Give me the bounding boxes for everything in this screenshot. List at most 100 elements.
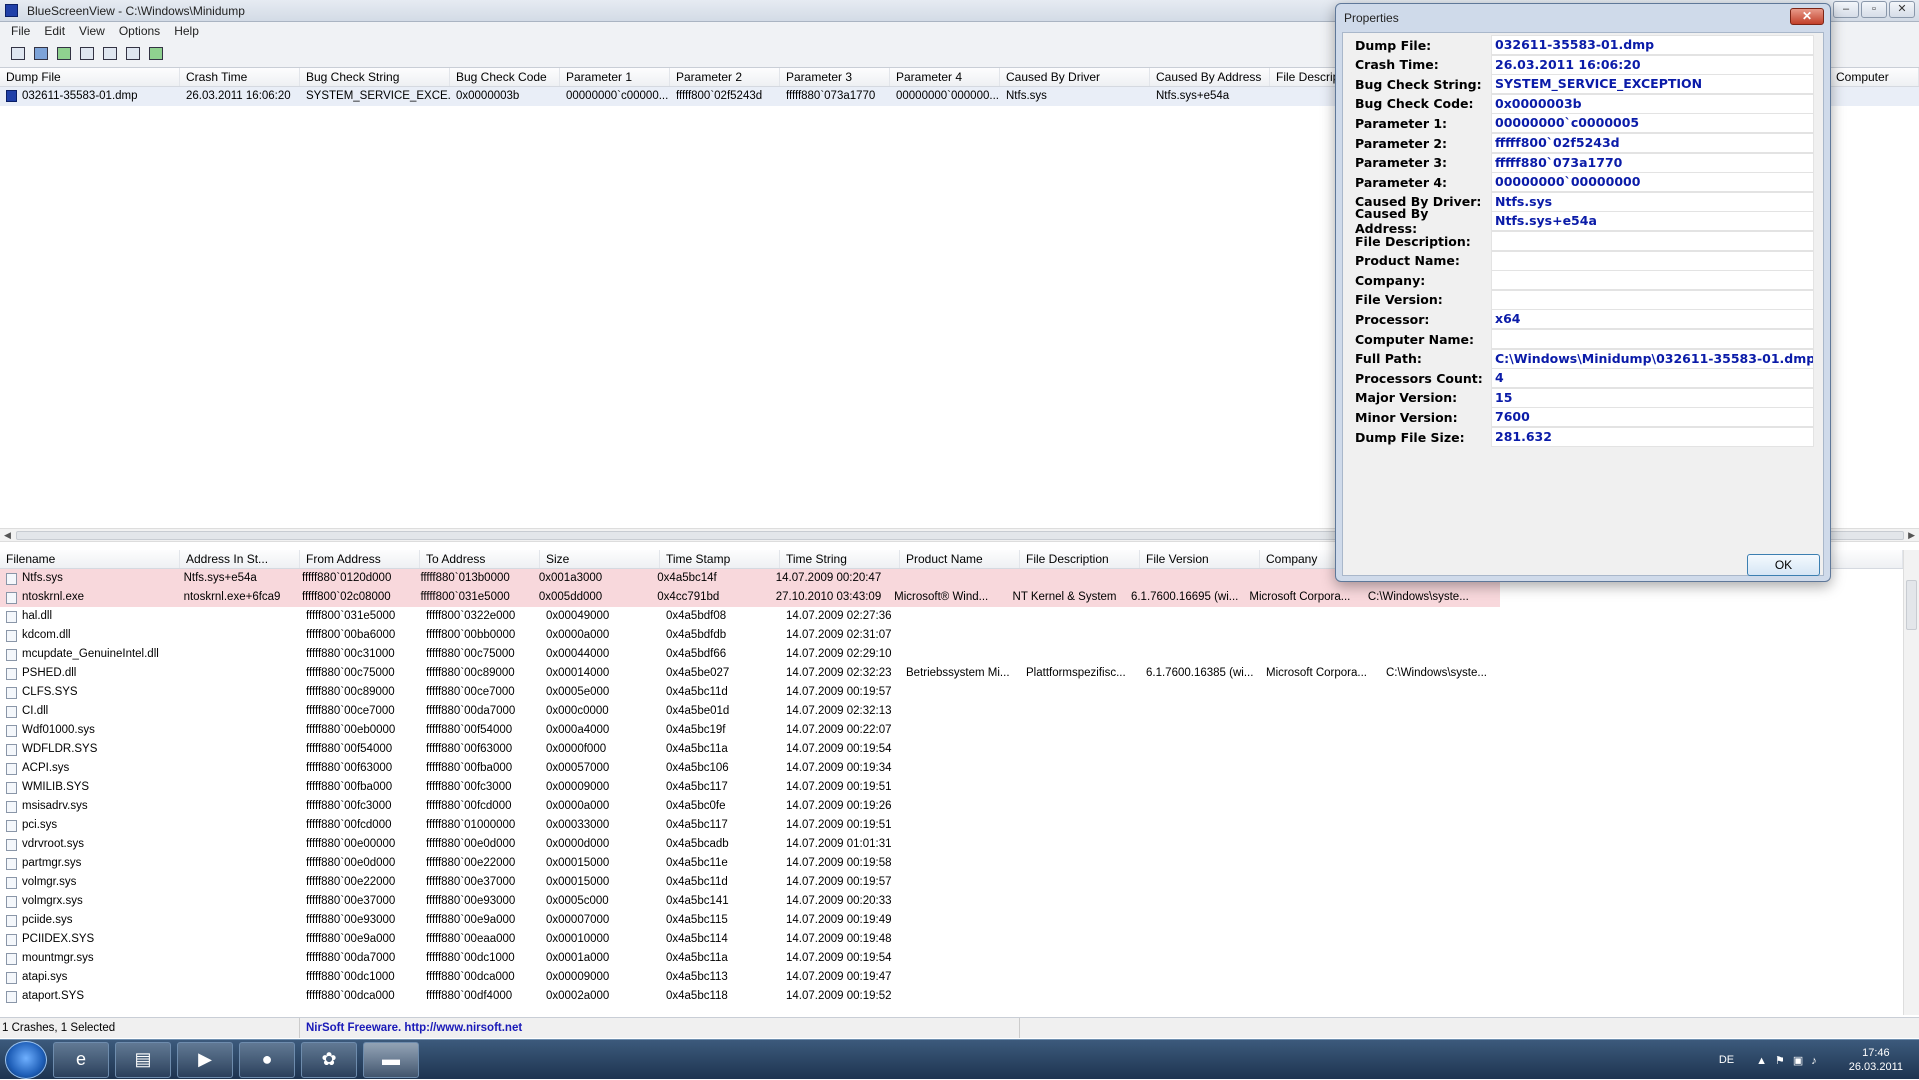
- module-row[interactable]: mcupdate_GenuineIntel.dll fffff880`00c310…: [0, 645, 1919, 664]
- start-button[interactable]: [5, 1040, 47, 1079]
- col-file-version[interactable]: File Version: [1140, 550, 1260, 568]
- taskbar-explorer-icon[interactable]: ▤: [115, 1041, 171, 1078]
- module-row[interactable]: kdcom.dll fffff800`00ba6000 fffff800`00bb0…: [0, 626, 1919, 645]
- property-value[interactable]: SYSTEM_SERVICE_EXCEPTION: [1491, 74, 1814, 95]
- property-value[interactable]: 15: [1491, 387, 1814, 408]
- col-time-stamp[interactable]: Time Stamp: [660, 550, 780, 568]
- clock[interactable]: 17:46 26.03.2011: [1849, 1046, 1903, 1074]
- module-size: 0x00009000: [546, 781, 610, 793]
- maximize-button[interactable]: ▫: [1861, 1, 1887, 18]
- property-value[interactable]: Ntfs.sys+e54a: [1491, 211, 1814, 232]
- col-file-description-module[interactable]: File Description: [1020, 550, 1140, 568]
- taskbar-firefox-icon[interactable]: ●: [239, 1041, 295, 1078]
- col-bug-check-string[interactable]: Bug Check String: [300, 68, 450, 86]
- vertical-scroll-thumb[interactable]: [1906, 580, 1917, 630]
- col-parameter-3[interactable]: Parameter 3: [780, 68, 890, 86]
- property-value[interactable]: 7600: [1491, 407, 1814, 428]
- options-button[interactable]: [8, 44, 27, 63]
- copy-button[interactable]: [77, 44, 96, 63]
- col-to-address[interactable]: To Address: [420, 550, 540, 568]
- module-row[interactable]: vdrvroot.sys fffff880`00e00000 fffff880`00…: [0, 835, 1919, 854]
- module-row[interactable]: msisadrv.sys fffff880`00fc3000 fffff880`00…: [0, 797, 1919, 816]
- module-row[interactable]: WMILIB.SYS fffff880`00fba000 fffff880`00fc…: [0, 778, 1919, 797]
- property-value[interactable]: [1491, 231, 1814, 251]
- property-value[interactable]: Ntfs.sys: [1491, 191, 1814, 212]
- menu-help[interactable]: Help: [167, 24, 206, 38]
- menu-edit[interactable]: Edit: [37, 24, 72, 38]
- vertical-scrollbar[interactable]: [1903, 550, 1919, 1015]
- save-button[interactable]: [31, 44, 50, 63]
- scroll-right-icon[interactable]: ▶: [1908, 529, 1915, 542]
- module-to-address: fffff880`00df4000: [426, 990, 513, 1002]
- property-value[interactable]: fffff800`02f5243d: [1491, 133, 1814, 153]
- module-row[interactable]: WDFLDR.SYS fffff880`00f54000 fffff880`00f6…: [0, 740, 1919, 759]
- module-row[interactable]: ACPI.sys fffff880`00f63000 fffff880`00fba0…: [0, 759, 1919, 778]
- col-time-string[interactable]: Time String: [780, 550, 900, 568]
- module-list[interactable]: Filename Address In St... From Address T…: [0, 550, 1919, 1015]
- tray-icons[interactable]: ▲⚑▣♪: [1756, 1054, 1825, 1067]
- property-value[interactable]: [1491, 250, 1814, 271]
- property-value[interactable]: 26.03.2011 16:06:20: [1491, 54, 1814, 75]
- module-row[interactable]: pci.sys fffff880`00fcd000 fffff880`0100000…: [0, 816, 1919, 835]
- module-row[interactable]: Wdf01000.sys fffff880`00eb0000 fffff880`00…: [0, 721, 1919, 740]
- module-row[interactable]: atapi.sys fffff880`00dc1000 fffff880`00dca…: [0, 968, 1919, 987]
- language-indicator[interactable]: DE: [1719, 1054, 1734, 1066]
- refresh-button[interactable]: [54, 44, 73, 63]
- ok-button[interactable]: OK: [1747, 554, 1820, 576]
- taskbar-ie-icon[interactable]: e: [53, 1041, 109, 1078]
- menu-file[interactable]: File: [4, 24, 37, 38]
- property-value[interactable]: 0x0000003b: [1491, 93, 1814, 114]
- dialog-close-button[interactable]: ✕: [1790, 8, 1824, 25]
- col-computer[interactable]: Computer: [1830, 68, 1919, 86]
- col-product-name[interactable]: Product Name: [900, 550, 1020, 568]
- exit-button[interactable]: [146, 44, 165, 63]
- col-caused-by-address[interactable]: Caused By Address: [1150, 68, 1270, 86]
- property-value[interactable]: C:\Windows\Minidump\032611-35583-01.dmp: [1491, 348, 1814, 369]
- col-parameter-4[interactable]: Parameter 4: [890, 68, 1000, 86]
- close-window-button[interactable]: ✕: [1889, 1, 1915, 18]
- property-value[interactable]: [1491, 270, 1814, 291]
- property-value[interactable]: 032611-35583-01.dmp: [1491, 35, 1814, 55]
- col-address-in-stack[interactable]: Address In St...: [180, 550, 300, 568]
- module-row[interactable]: ntoskrnl.exe ntoskrnl.exe+6fca9 fffff800`0…: [0, 588, 1500, 607]
- property-value[interactable]: x64: [1491, 309, 1814, 330]
- col-parameter-2[interactable]: Parameter 2: [670, 68, 780, 86]
- col-dump-file[interactable]: Dump File: [0, 68, 180, 86]
- property-value[interactable]: fffff880`073a1770: [1491, 152, 1814, 173]
- module-row[interactable]: volmgr.sys fffff880`00e22000 fffff880`00e3…: [0, 873, 1919, 892]
- col-filename[interactable]: Filename: [0, 550, 180, 568]
- col-caused-by-driver[interactable]: Caused By Driver: [1000, 68, 1150, 86]
- property-value[interactable]: [1491, 329, 1814, 349]
- property-value[interactable]: 00000000`c0000005: [1491, 113, 1814, 134]
- taskbar-icq-icon[interactable]: ✿: [301, 1041, 357, 1078]
- col-size[interactable]: Size: [540, 550, 660, 568]
- menu-options[interactable]: Options: [112, 24, 167, 38]
- col-from-address[interactable]: From Address: [300, 550, 420, 568]
- col-crash-time[interactable]: Crash Time: [180, 68, 300, 86]
- module-row[interactable]: ataport.SYS fffff880`00dca000 fffff880`00d…: [0, 987, 1919, 1006]
- module-row[interactable]: Ntfs.sys Ntfs.sys+e54a fffff880`0120d000 ff…: [0, 569, 1500, 588]
- module-row[interactable]: mountmgr.sys fffff880`00da7000 fffff880`00…: [0, 949, 1919, 968]
- module-row[interactable]: PSHED.dll fffff880`00c75000 fffff880`00c89…: [0, 664, 1919, 683]
- minimize-button[interactable]: –: [1833, 1, 1859, 18]
- properties-button[interactable]: [100, 44, 119, 63]
- menu-view[interactable]: View: [72, 24, 112, 38]
- module-row[interactable]: CI.dll fffff880`00ce7000 fffff880`00da7000…: [0, 702, 1919, 721]
- module-row[interactable]: hal.dll fffff800`031e5000 fffff800`0322e00…: [0, 607, 1919, 626]
- find-button[interactable]: [123, 44, 142, 63]
- taskbar-mediaplayer-icon[interactable]: ▶: [177, 1041, 233, 1078]
- module-row[interactable]: volmgrx.sys fffff880`00e37000 fffff880`00e…: [0, 892, 1919, 911]
- module-row[interactable]: partmgr.sys fffff880`00e0d000 fffff880`00e…: [0, 854, 1919, 873]
- col-bug-check-code[interactable]: Bug Check Code: [450, 68, 560, 86]
- property-value[interactable]: 281.632: [1491, 427, 1814, 447]
- col-parameter-1[interactable]: Parameter 1: [560, 68, 670, 86]
- property-value[interactable]: 00000000`00000000: [1491, 172, 1814, 193]
- property-value[interactable]: 4: [1491, 368, 1814, 389]
- scroll-left-icon[interactable]: ◀: [4, 529, 11, 542]
- property-value[interactable]: [1491, 289, 1814, 310]
- nirsoft-link[interactable]: NirSoft Freeware. http://www.nirsoft.net: [300, 1018, 1020, 1038]
- module-row[interactable]: CLFS.SYS fffff880`00c89000 fffff880`00ce70…: [0, 683, 1919, 702]
- module-row[interactable]: PCIIDEX.SYS fffff880`00e9a000 fffff880`00e…: [0, 930, 1919, 949]
- module-row[interactable]: pciide.sys fffff880`00e93000 fffff880`00e9…: [0, 911, 1919, 930]
- taskbar-bluescreenview-icon[interactable]: ▬: [363, 1041, 419, 1078]
